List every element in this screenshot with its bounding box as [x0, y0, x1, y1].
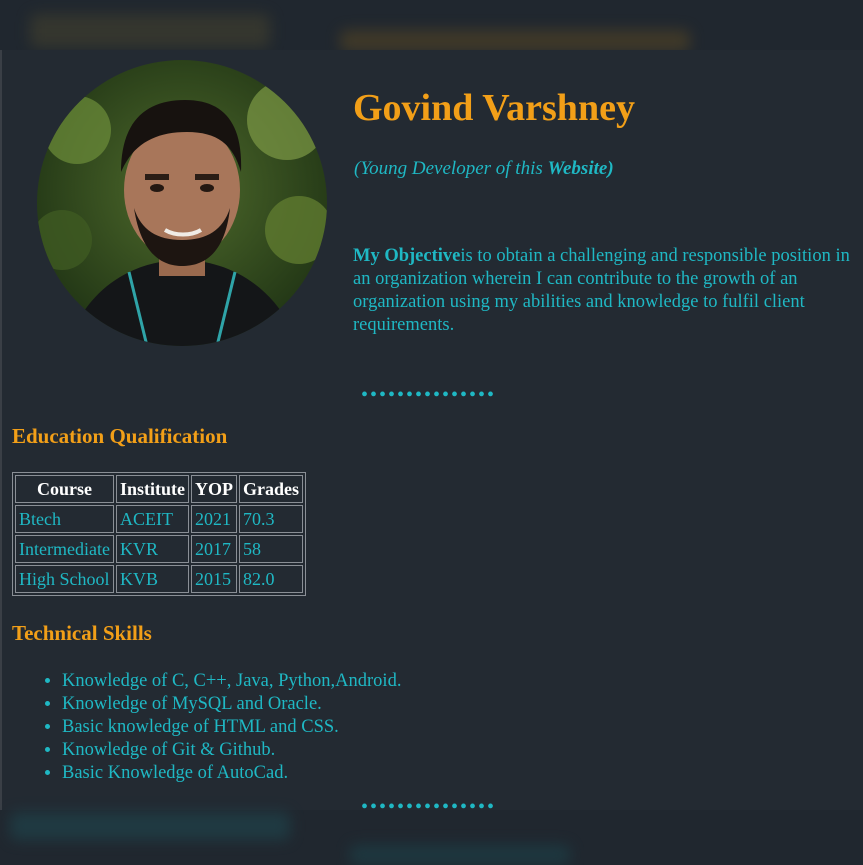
skills-heading: Technical Skills: [12, 621, 152, 645]
cell-grades: 82.0: [238, 565, 303, 593]
subtitle-text: (Young Developer of this: [354, 158, 548, 179]
education-heading: Education Qualification: [12, 424, 228, 448]
header-yop: YOP: [190, 475, 237, 503]
cell-course: Btech: [15, 505, 114, 533]
subtitle-emphasis: Website): [547, 158, 614, 179]
cell-yop: 2015: [190, 565, 237, 593]
header-course: Course: [15, 475, 114, 503]
blurred-header-right: [340, 30, 690, 52]
profile-name: Govind Varshney: [353, 87, 635, 129]
blurred-header-left: [30, 14, 270, 48]
cell-course: Intermediate: [15, 535, 114, 563]
blurred-footer-left: [10, 812, 290, 840]
cell-yop: 2021: [190, 505, 237, 533]
objective-paragraph: My Objectiveis to obtain a challenging a…: [353, 245, 859, 337]
cell-institute: ACEIT: [115, 505, 189, 533]
education-table: Course Institute YOP Grades Btech ACEIT …: [12, 472, 306, 596]
list-item: Basic knowledge of HTML and CSS.: [62, 716, 401, 739]
list-item: Knowledge of MySQL and Oracle.: [62, 693, 401, 716]
cell-grades: 70.3: [238, 505, 303, 533]
cell-course: High School: [15, 565, 114, 593]
table-row: High School KVB 2015 82.0: [15, 565, 303, 593]
cell-grades: 58: [238, 535, 303, 563]
blurred-footer-right: [350, 845, 570, 865]
table-row: Btech ACEIT 2021 70.3: [15, 505, 303, 533]
table-header-row: Course Institute YOP Grades: [15, 475, 303, 503]
list-item: Knowledge of Git & Github.: [62, 739, 401, 762]
header-institute: Institute: [115, 475, 189, 503]
list-item: Basic Knowledge of AutoCad.: [62, 762, 401, 785]
cell-yop: 2017: [190, 535, 237, 563]
section-separator: •••••••••••••••: [361, 800, 497, 814]
table-row: Intermediate KVR 2017 58: [15, 535, 303, 563]
skills-list: Knowledge of C, C++, Java, Python,Androi…: [40, 670, 401, 785]
header-grades: Grades: [238, 475, 303, 503]
section-separator: •••••••••••••••: [361, 388, 497, 402]
profile-photo: [37, 60, 327, 346]
profile-subtitle: (Young Developer of this Website): [354, 158, 614, 180]
list-item: Knowledge of C, C++, Java, Python,Androi…: [62, 670, 401, 693]
cell-institute: KVB: [115, 565, 189, 593]
cell-institute: KVR: [115, 535, 189, 563]
objective-label: My Objective: [353, 246, 461, 266]
